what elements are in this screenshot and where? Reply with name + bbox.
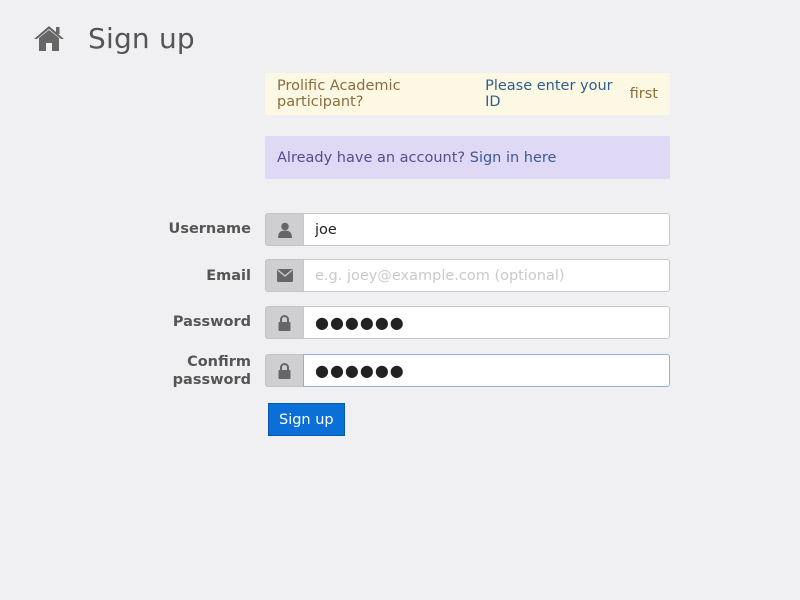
page-title: Sign up bbox=[88, 21, 195, 55]
prolific-id-link[interactable]: Please enter your ID bbox=[485, 78, 625, 110]
email-input[interactable] bbox=[303, 259, 670, 292]
lock-icon bbox=[265, 306, 303, 339]
password-label: Password bbox=[172, 314, 251, 330]
email-label: Email bbox=[206, 268, 251, 284]
confirm-password-input[interactable] bbox=[303, 354, 670, 387]
confirm-password-label-line1: Confirm bbox=[187, 354, 251, 370]
prolific-alert-suffix: first bbox=[629, 86, 658, 102]
envelope-icon bbox=[265, 259, 303, 292]
page-header: Sign up bbox=[33, 18, 195, 58]
username-input[interactable] bbox=[303, 213, 670, 246]
prolific-alert: Prolific Academic participant? Please en… bbox=[265, 73, 670, 115]
username-group bbox=[265, 213, 670, 246]
password-input[interactable] bbox=[303, 306, 670, 339]
sign-in-link[interactable]: Sign in here bbox=[470, 150, 557, 166]
lock-icon bbox=[265, 354, 303, 387]
email-group bbox=[265, 259, 670, 292]
prolific-alert-text: Prolific Academic participant? bbox=[277, 78, 401, 110]
confirm-password-label-line2: password bbox=[172, 372, 251, 388]
account-alert: Already have an account? Sign in here bbox=[265, 136, 670, 179]
confirm-password-label: Confirm password bbox=[173, 353, 251, 389]
username-label: Username bbox=[168, 221, 251, 237]
home-icon[interactable] bbox=[33, 24, 65, 52]
user-icon bbox=[265, 213, 303, 246]
password-group bbox=[265, 306, 670, 339]
confirm-password-group bbox=[265, 354, 670, 387]
sign-up-button[interactable]: Sign up bbox=[268, 403, 345, 436]
account-alert-text: Already have an account? bbox=[277, 149, 466, 166]
